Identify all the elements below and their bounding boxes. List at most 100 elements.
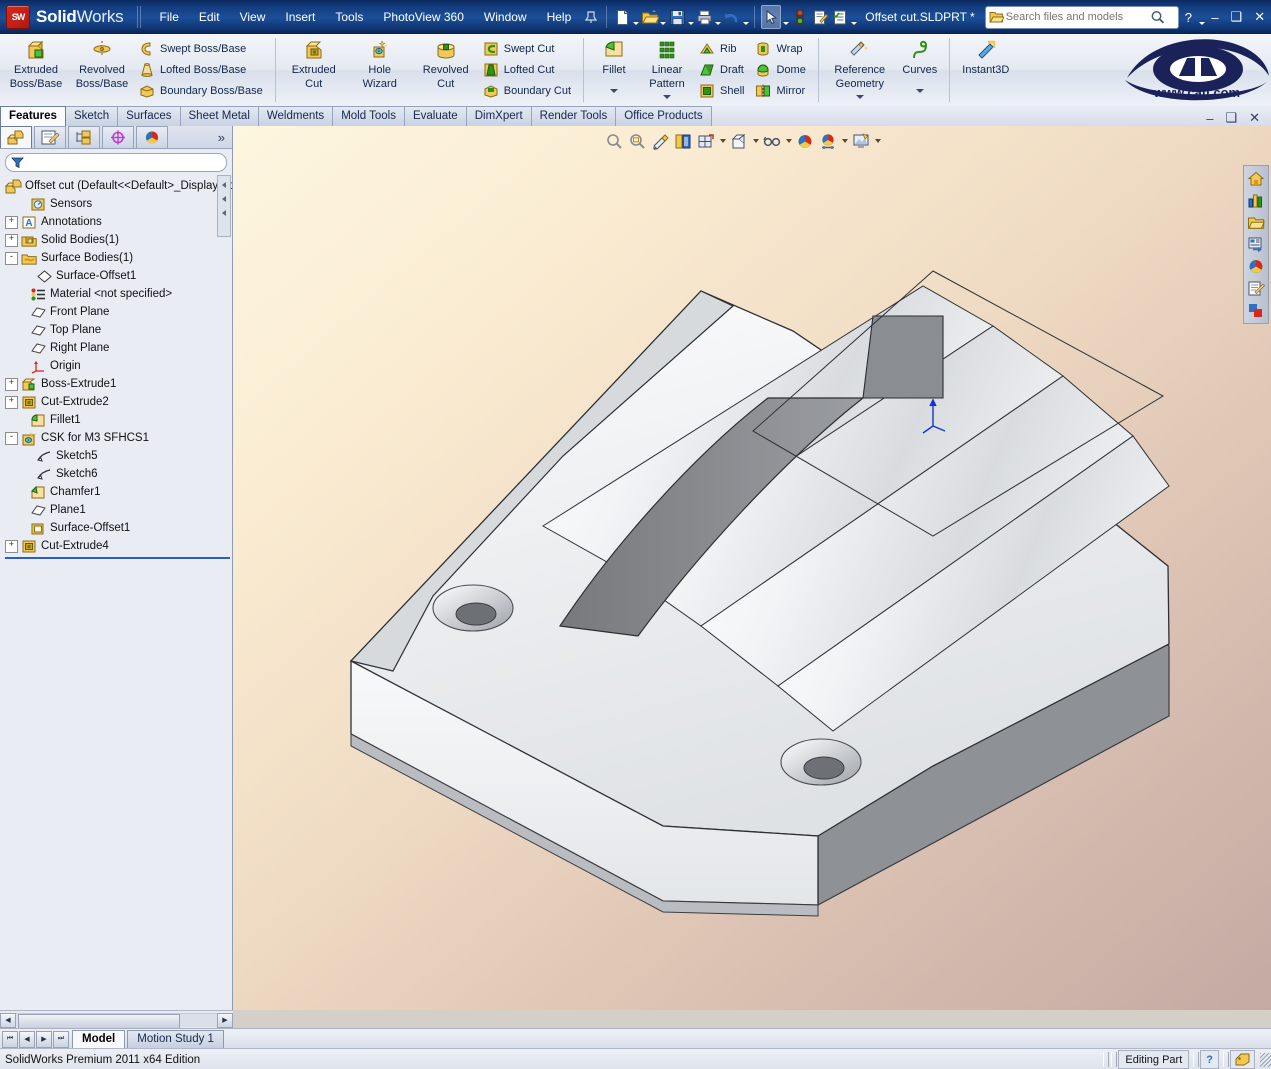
tree-item-annotations[interactable]: + A Annotations — [3, 213, 232, 231]
tree-toggle-cut-extrude4[interactable]: + — [5, 539, 18, 553]
graphics-area[interactable]: y — [233, 126, 1271, 1010]
undo-icon[interactable] — [723, 6, 741, 28]
tab-weldments[interactable]: Weldments — [257, 106, 334, 126]
menu-item-tools[interactable]: Tools — [326, 7, 372, 27]
swept-boss-base-button[interactable]: Swept Boss/Base — [137, 39, 268, 60]
pin-menu-icon[interactable] — [582, 6, 600, 28]
file-properties-icon[interactable] — [811, 6, 829, 28]
display-manager-tab[interactable] — [136, 126, 168, 148]
tree-toggle-solid-bodies[interactable]: + — [5, 233, 18, 247]
fillet-dropdown-caret-icon[interactable] — [610, 85, 618, 96]
tree-toggle-csk-m3[interactable]: - — [5, 431, 18, 445]
save-caret-icon[interactable] — [687, 3, 694, 31]
lofted-boss-base-button[interactable]: Lofted Boss/Base — [137, 60, 268, 81]
tree-toggle-surface-bodies[interactable]: - — [5, 251, 18, 265]
last-tab-button[interactable]: ⏭ — [53, 1030, 69, 1048]
document-restore-button[interactable]: ❑ — [1220, 110, 1242, 126]
reference-geometry-button[interactable]: Reference Geometry — [824, 34, 896, 106]
rollback-bar[interactable] — [5, 557, 230, 559]
help-button[interactable]: ? — [1179, 8, 1198, 27]
print-icon[interactable] — [696, 6, 714, 28]
select-arrow-caret-icon[interactable] — [782, 3, 789, 31]
swept-cut-button[interactable]: Swept Cut — [481, 39, 576, 60]
search-box[interactable] — [984, 5, 1179, 29]
feature-tree-hscrollbar[interactable]: ◀ ▶ — [0, 1010, 233, 1029]
tree-item-surface-offset1-body[interactable]: Surface-Offset1 — [3, 267, 232, 285]
status-tag-button[interactable] — [1230, 1050, 1255, 1069]
dome-button[interactable]: Dome — [753, 60, 810, 81]
help-caret-icon[interactable] — [1198, 3, 1205, 31]
feature-tree-scrollbar[interactable] — [217, 175, 231, 237]
document-minimize-button[interactable]: – — [1201, 111, 1218, 126]
tree-item-cut-extrude2[interactable]: + Cut-Extrude2 — [3, 393, 232, 411]
minimize-button[interactable]: – — [1205, 8, 1224, 27]
tree-item-surface-offset1-feature[interactable]: Surface-Offset1 — [3, 519, 232, 537]
rebuild-icon[interactable] — [791, 6, 809, 28]
tree-item-surface-bodies[interactable]: - Surface Bodies(1) — [3, 249, 232, 267]
document-close-button[interactable]: ✕ — [1244, 110, 1265, 126]
select-arrow-icon[interactable] — [761, 5, 782, 29]
feature-tree-tab[interactable] — [0, 126, 32, 148]
tree-item-right-plane[interactable]: Right Plane — [3, 339, 232, 357]
tab-sheet-metal[interactable]: Sheet Metal — [179, 106, 259, 126]
boundary-boss-base-button[interactable]: Boundary Boss/Base — [137, 81, 268, 102]
hole-wizard-button[interactable]: Hole Wizard — [347, 34, 413, 106]
tree-item-part-root[interactable]: Offset cut (Default<<Default>_Display St — [3, 177, 232, 195]
menu-item-edit[interactable]: Edit — [190, 7, 229, 27]
draft-button[interactable]: Draft — [697, 60, 749, 81]
tab-office-products[interactable]: Office Products — [615, 106, 712, 126]
close-button[interactable]: ✕ — [1248, 7, 1271, 27]
linear-pattern-dropdown-caret-icon[interactable] — [663, 91, 671, 102]
tab-evaluate[interactable]: Evaluate — [403, 106, 467, 126]
tab-mold-tools[interactable]: Mold Tools — [332, 106, 405, 126]
dimxpert-manager-tab[interactable] — [102, 126, 134, 148]
tab-features[interactable]: Features — [0, 106, 66, 126]
instant3d-button[interactable]: Instant3D — [955, 34, 1017, 106]
tab-motion-study-1[interactable]: Motion Study 1 — [127, 1029, 224, 1049]
prev-tab-button[interactable]: ◀ — [19, 1030, 35, 1048]
fillet-button[interactable]: Fillet — [589, 34, 639, 106]
tree-item-front-plane[interactable]: Front Plane — [3, 303, 232, 321]
print-caret-icon[interactable] — [715, 3, 722, 31]
shell-button[interactable]: Shell — [697, 81, 749, 102]
menu-item-help[interactable]: Help — [538, 7, 581, 27]
boundary-cut-button[interactable]: Boundary Cut — [481, 81, 576, 102]
open-folder-caret-icon[interactable] — [660, 3, 667, 31]
tab-surfaces[interactable]: Surfaces — [117, 106, 181, 126]
configuration-manager-tab[interactable] — [68, 126, 100, 148]
options-caret-icon[interactable] — [850, 3, 857, 31]
tree-item-sensors[interactable]: Sensors — [3, 195, 232, 213]
feature-tree[interactable]: Offset cut (Default<<Default>_Display St… — [0, 175, 232, 1010]
tree-item-plane1[interactable]: Plane1 — [3, 501, 232, 519]
tree-item-sketch5[interactable]: Sketch5 — [3, 447, 232, 465]
tree-toggle-cut-extrude2[interactable]: + — [5, 395, 18, 409]
hscroll-thumb[interactable] — [18, 1014, 180, 1029]
tree-item-solid-bodies[interactable]: + Solid Bodies(1) — [3, 231, 232, 249]
feature-filter-input[interactable] — [24, 155, 221, 170]
lofted-cut-button[interactable]: Lofted Cut — [481, 60, 576, 81]
model-offset-cut-part[interactable] — [233, 126, 1271, 1010]
tree-item-fillet1[interactable]: Fillet1 — [3, 411, 232, 429]
menu-item-insert[interactable]: Insert — [276, 7, 324, 27]
property-manager-tab[interactable] — [34, 126, 66, 148]
revolved-cut-button[interactable]: Revolved Cut — [413, 34, 479, 106]
tree-item-top-plane[interactable]: Top Plane — [3, 321, 232, 339]
curves-dropdown-caret-icon[interactable] — [916, 85, 924, 96]
wrap-button[interactable]: Wrap — [753, 39, 810, 60]
tree-item-chamfer1[interactable]: Chamfer1 — [3, 483, 232, 501]
rib-button[interactable]: Rib — [697, 39, 749, 60]
new-document-icon[interactable] — [613, 6, 631, 28]
tree-item-cut-extrude4[interactable]: + Cut-Extrude4 — [3, 537, 232, 555]
hscroll-track[interactable] — [16, 1013, 217, 1029]
first-tab-button[interactable]: ⏮ — [2, 1030, 18, 1048]
menu-item-window[interactable]: Window — [475, 7, 536, 27]
tree-item-boss-extrude1[interactable]: + Boss-Extrude1 — [3, 375, 232, 393]
status-help-button[interactable]: ? — [1200, 1050, 1219, 1069]
next-tab-button[interactable]: ▶ — [36, 1030, 52, 1048]
feature-manager-more-icon[interactable]: » — [211, 128, 232, 148]
tree-toggle-boss-extrude1[interactable]: + — [5, 377, 18, 391]
tab-model[interactable]: Model — [72, 1029, 126, 1049]
restore-button[interactable]: ❑ — [1225, 7, 1249, 27]
undo-caret-icon[interactable] — [742, 3, 749, 31]
menu-item-view[interactable]: View — [231, 7, 275, 27]
